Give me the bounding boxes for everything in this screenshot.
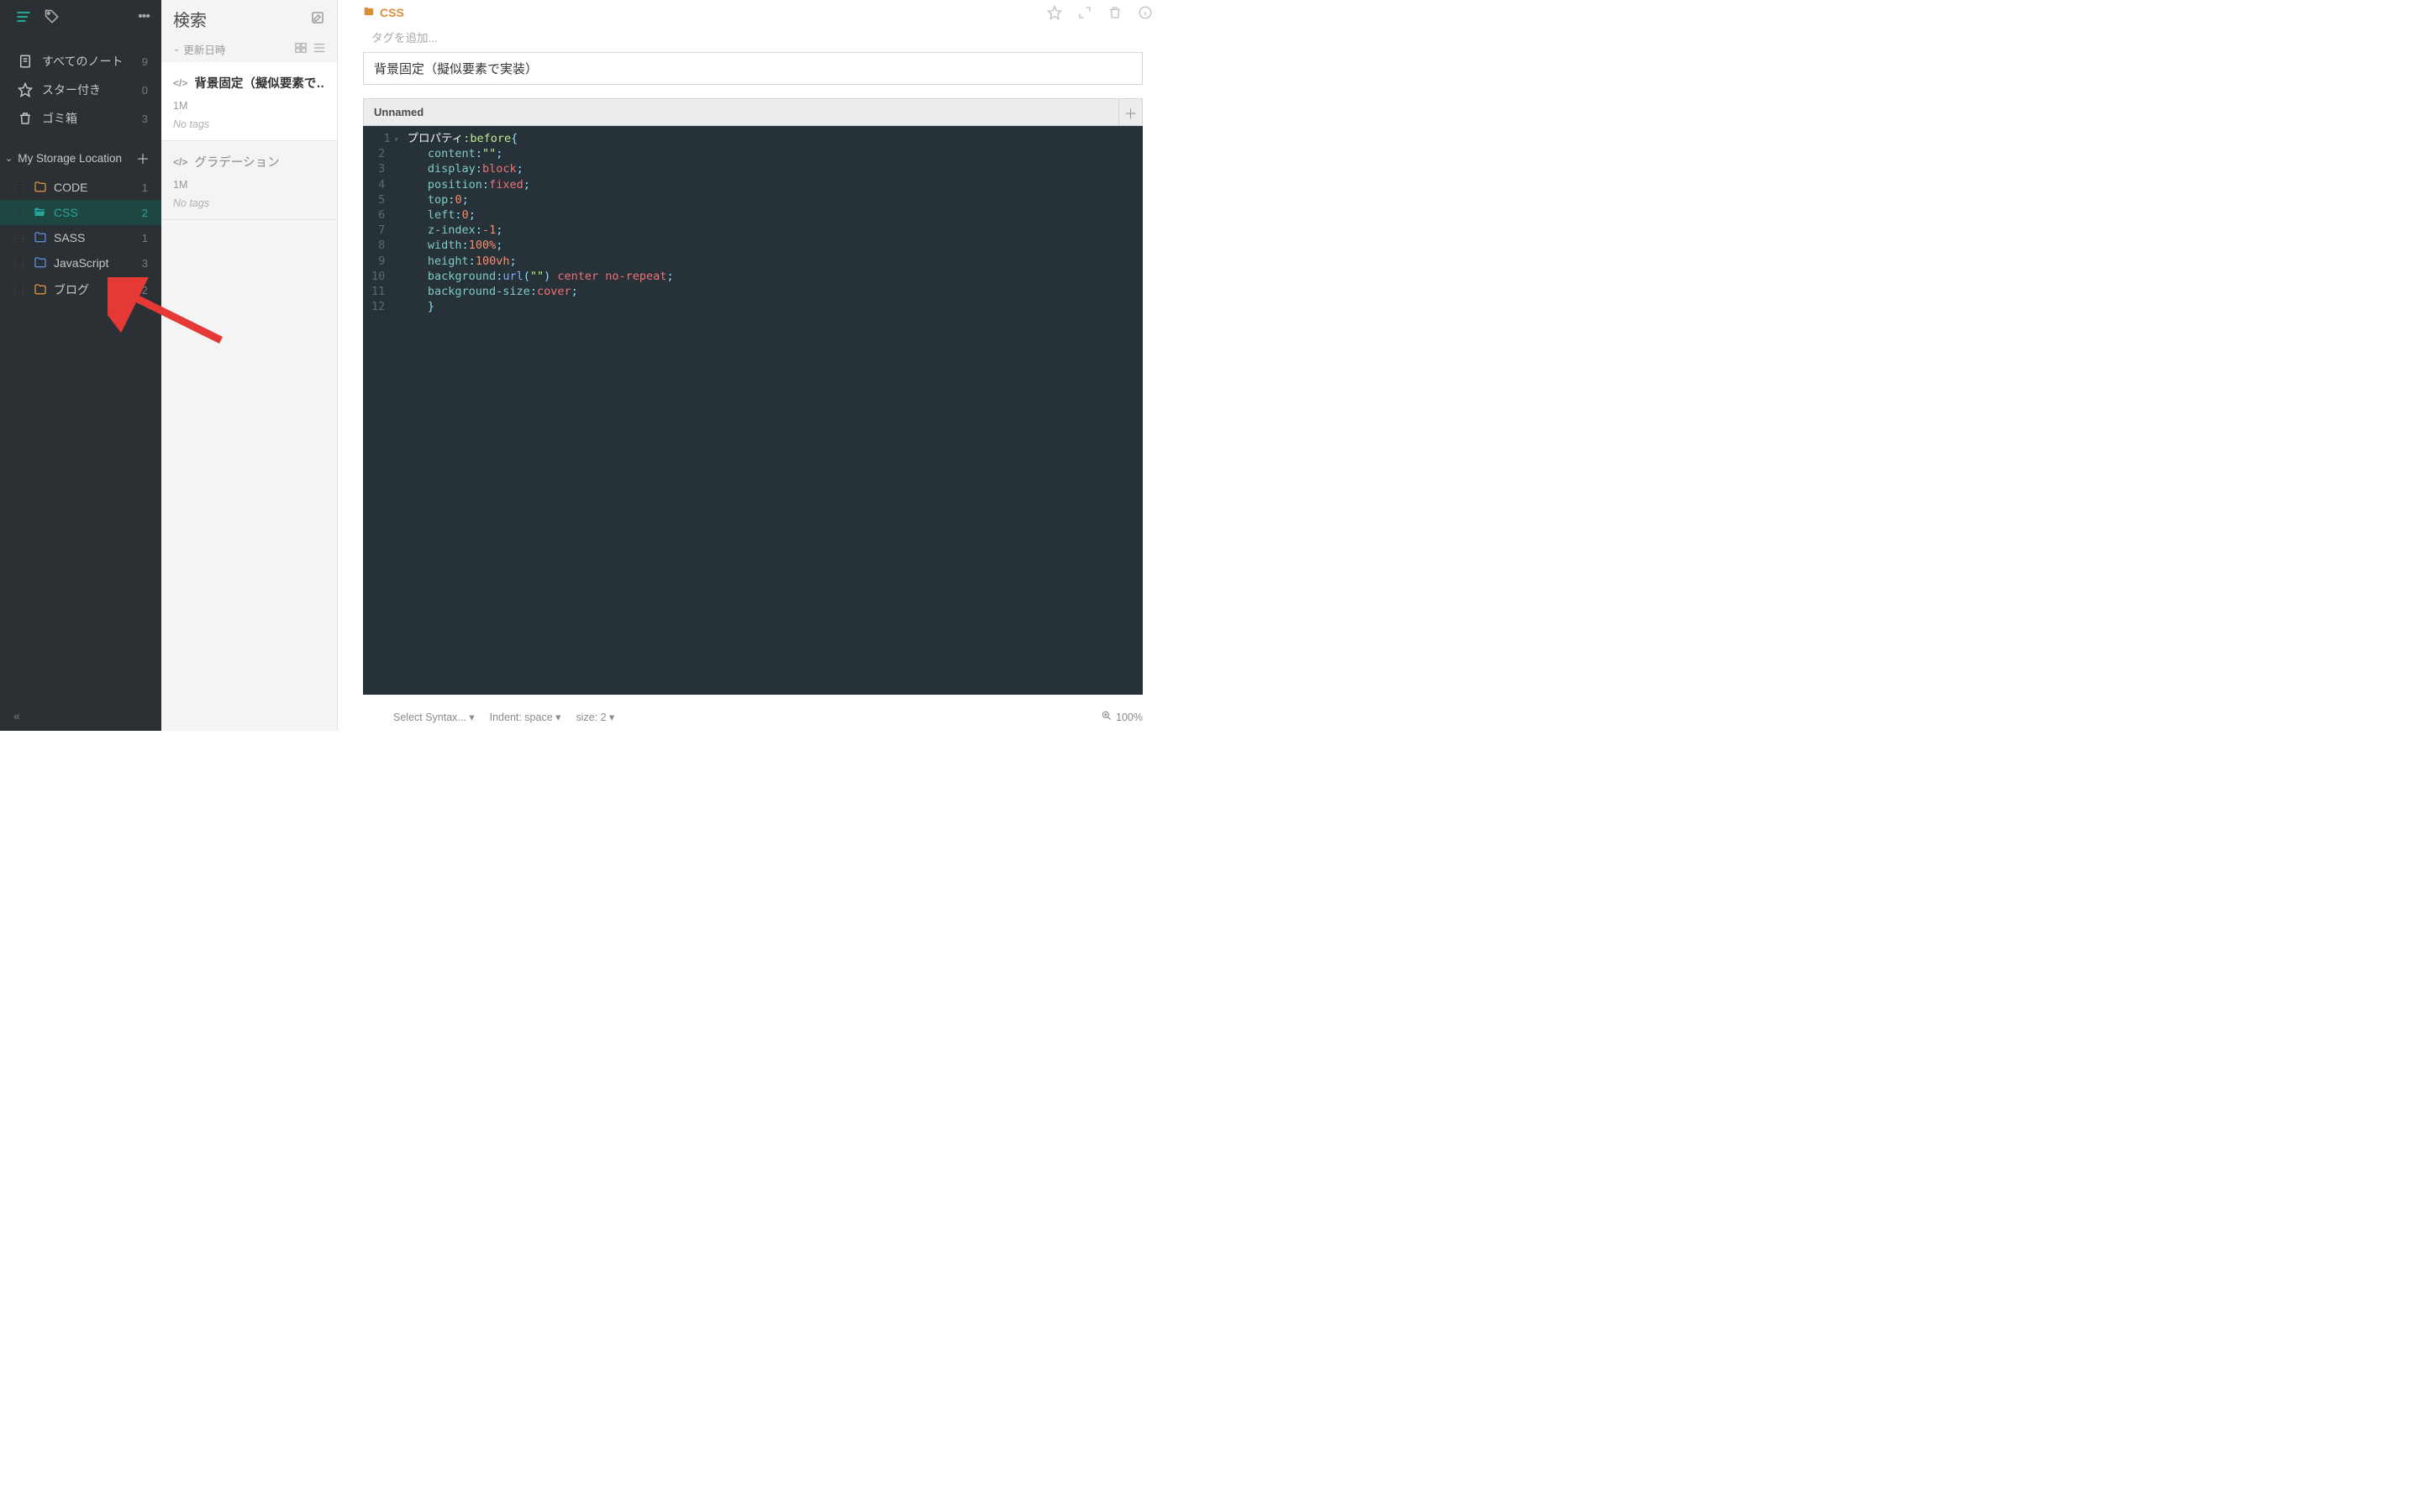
drag-handle-icon[interactable]: ⋮⋮	[10, 207, 27, 218]
trash-icon[interactable]	[1107, 5, 1123, 20]
drag-handle-icon[interactable]: ⋮⋮	[10, 233, 27, 244]
folder-list: ⋮⋮ CODE 1 ⋮⋮ CSS 2 ⋮⋮ SASS 1 ⋮⋮ JavaScript 3 ⋮⋮ ブログ 2	[0, 175, 161, 304]
folder-icon	[34, 206, 47, 219]
sort-bar: ⌄ 更新日時	[161, 36, 337, 62]
count-badge: 0	[142, 84, 148, 97]
menu-icon[interactable]	[15, 8, 32, 25]
breadcrumb[interactable]: CSS	[363, 6, 404, 20]
expand-icon[interactable]	[1077, 5, 1092, 20]
count-badge: 9	[142, 55, 148, 68]
folder-icon	[34, 181, 47, 194]
note-card[interactable]: </> 背景固定（擬似要素で… 1M No tags	[161, 62, 337, 141]
more-icon[interactable]: •••	[138, 9, 150, 24]
sidebar-folder-javascript[interactable]: ⋮⋮ JavaScript 3	[0, 250, 161, 276]
chevron-down-icon: ⌄	[173, 45, 180, 54]
storage-label: My Storage Location	[18, 152, 122, 165]
sidebar-item-starred[interactable]: スター付き 0	[0, 76, 161, 104]
count-badge: 2	[142, 284, 148, 297]
sidebar-item-label: ゴミ箱	[42, 110, 77, 127]
chevron-down-icon: ⌄	[5, 153, 13, 164]
note-time: 1M	[173, 179, 325, 191]
folder-label: CSS	[54, 206, 135, 219]
note-card[interactable]: </> グラデーション 1M No tags	[161, 141, 337, 220]
zoom-level[interactable]: 100%	[1116, 711, 1143, 723]
zoom-icon[interactable]	[1101, 710, 1113, 724]
folder-label: ブログ	[54, 281, 135, 298]
sidebar: ••• すべてのノート 9 スター付き 0 ゴミ箱 3 ⌄ My Storage…	[0, 0, 161, 731]
count-badge: 1	[142, 232, 148, 244]
sort-label[interactable]: 更新日時	[183, 41, 225, 57]
editor-pane: CSS タグを追加... Unnamed ＋ 1▾2 3 4 5 6 7 8 9…	[338, 0, 1168, 731]
sidebar-item-all-notes[interactable]: すべてのノート 9	[0, 47, 161, 76]
count-badge: 1	[142, 181, 148, 194]
star-icon	[17, 81, 34, 98]
sidebar-folder-sass[interactable]: ⋮⋮ SASS 1	[0, 225, 161, 250]
sidebar-item-label: すべてのノート	[42, 53, 123, 70]
note-title: グラデーション	[194, 153, 279, 171]
note-tags: No tags	[173, 118, 325, 130]
view-list-icon[interactable]	[313, 42, 325, 56]
tag-input[interactable]: タグを追加...	[338, 24, 1168, 52]
folder-icon	[34, 256, 47, 270]
code-icon: </>	[173, 156, 187, 168]
note-list-pane: 検索 ⌄ 更新日時 </> 背景固定（擬似要素で… 1M No tags </> グラデー…	[161, 0, 338, 731]
drag-handle-icon[interactable]: ⋮⋮	[10, 182, 27, 193]
code-icon: </>	[173, 77, 187, 89]
count-badge: 2	[142, 207, 148, 219]
sidebar-folder-ブログ[interactable]: ⋮⋮ ブログ 2	[0, 276, 161, 304]
note-list-header: 検索	[161, 0, 337, 36]
search-input[interactable]: 検索	[173, 7, 207, 31]
collapse-sidebar-icon[interactable]: «	[13, 709, 20, 722]
sidebar-folder-code[interactable]: ⋮⋮ CODE 1	[0, 175, 161, 200]
add-folder-icon[interactable]: ＋	[136, 148, 153, 168]
folder-label: CODE	[54, 181, 135, 194]
new-note-icon[interactable]	[310, 10, 325, 28]
add-snippet-icon[interactable]: ＋	[1118, 99, 1142, 125]
editor-header: CSS	[338, 0, 1168, 24]
trash-icon	[17, 110, 34, 127]
note-title: 背景固定（擬似要素で…	[194, 74, 325, 92]
tag-icon[interactable]	[44, 8, 60, 25]
note-icon	[17, 53, 34, 70]
sidebar-item-label: スター付き	[42, 81, 101, 98]
count-badge: 3	[142, 113, 148, 125]
folder-icon	[34, 283, 47, 297]
star-icon[interactable]	[1047, 5, 1062, 20]
sidebar-nav: すべてのノート 9 スター付き 0 ゴミ箱 3	[0, 47, 161, 133]
note-time: 1M	[173, 100, 325, 112]
info-icon[interactable]	[1138, 5, 1153, 20]
syntax-select[interactable]: Select Syntax... ▾	[393, 711, 475, 723]
code-lines[interactable]: プロパティ:before{ content:""; display:block;…	[404, 126, 674, 695]
indent-size-select[interactable]: size: 2 ▾	[576, 711, 614, 723]
sidebar-folder-css[interactable]: ⋮⋮ CSS 2	[0, 200, 161, 225]
snippet-tabbar: Unnamed ＋	[363, 98, 1143, 126]
snippet-tab[interactable]: Unnamed	[364, 99, 1118, 125]
note-tags: No tags	[173, 197, 325, 209]
sidebar-item-trash[interactable]: ゴミ箱 3	[0, 104, 161, 133]
code-editor[interactable]: 1▾2 3 4 5 6 7 8 9 10 11 12 プロパティ:before{…	[363, 126, 1143, 695]
drag-handle-icon[interactable]: ⋮⋮	[10, 258, 27, 269]
folder-label: SASS	[54, 231, 135, 244]
view-compact-icon[interactable]	[295, 42, 307, 56]
note-title-input[interactable]	[363, 52, 1143, 85]
breadcrumb-folder: CSS	[380, 6, 404, 19]
storage-header[interactable]: ⌄ My Storage Location ＋	[0, 133, 161, 175]
status-bar: Select Syntax... ▾ Indent: space ▾ size:…	[338, 705, 1168, 731]
folder-label: JavaScript	[54, 256, 135, 270]
sidebar-top-bar: •••	[0, 0, 161, 32]
folder-icon	[363, 6, 375, 20]
folder-icon	[34, 231, 47, 244]
indent-select[interactable]: Indent: space ▾	[490, 711, 561, 723]
line-gutter: 1▾2 3 4 5 6 7 8 9 10 11 12	[363, 126, 404, 695]
drag-handle-icon[interactable]: ⋮⋮	[10, 285, 27, 296]
count-badge: 3	[142, 257, 148, 270]
